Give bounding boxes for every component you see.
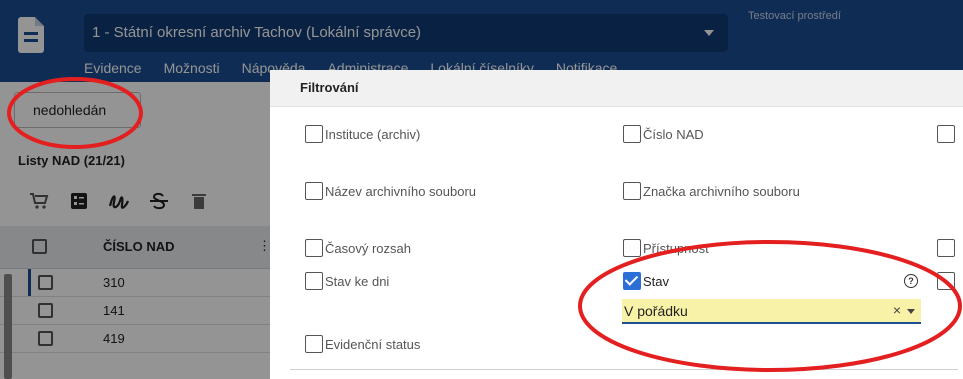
filter-field-casovy-rozsah[interactable]: Časový rozsah <box>305 239 411 257</box>
instituce-label: Instituce (archiv) <box>325 126 421 142</box>
dialog-divider <box>290 369 958 370</box>
filter-field-stav[interactable]: Stav <box>623 272 669 290</box>
clear-icon[interactable]: × <box>893 302 901 318</box>
stav-ke-dni-checkbox[interactable] <box>305 272 323 290</box>
cut-checkbox[interactable] <box>937 125 955 143</box>
znacka-label: Značka archivního souboru <box>643 183 800 199</box>
pristupnost-checkbox[interactable] <box>623 239 641 257</box>
filter-dialog: Filtrování <box>270 70 963 379</box>
stav-ke-dni-label: Stav ke dni <box>325 273 390 289</box>
stav-select-value: V pořádku <box>624 303 688 319</box>
filter-field-stav-ke-dni[interactable]: Stav ke dni <box>305 272 389 290</box>
filter-field-nazev[interactable]: Název archivního souboru <box>305 182 476 200</box>
filter-field-znacka[interactable]: Značka archivního souboru <box>623 182 800 200</box>
instituce-checkbox[interactable] <box>305 125 323 143</box>
znacka-checkbox[interactable] <box>623 182 641 200</box>
cut-checkbox[interactable] <box>937 239 955 257</box>
filter-field-pristupnost[interactable]: Přístupnost <box>623 239 709 257</box>
cislo-nad-checkbox[interactable] <box>623 125 641 143</box>
filter-field-instituce[interactable]: Instituce (archiv) <box>305 125 420 143</box>
help-icon[interactable]: ? <box>904 274 918 288</box>
stav-label: Stav <box>643 273 670 289</box>
cut-checkbox[interactable] <box>937 272 955 290</box>
stav-checkbox[interactable] <box>623 272 641 290</box>
nazev-label: Název archivního souboru <box>325 183 477 199</box>
nazev-checkbox[interactable] <box>305 182 323 200</box>
casovy-rozsah-checkbox[interactable] <box>305 239 323 257</box>
stav-select[interactable]: V pořádku × <box>622 299 921 324</box>
filter-field-evidencni-status[interactable]: Evidenční status <box>305 335 420 353</box>
cislo-nad-label: Číslo NAD <box>643 126 704 142</box>
filter-dialog-header: Filtrování <box>270 70 963 107</box>
evidencni-status-label: Evidenční status <box>325 336 421 352</box>
evidencni-status-checkbox[interactable] <box>305 335 323 353</box>
filter-field-cut[interactable] <box>937 125 963 143</box>
filter-dialog-title: Filtrování <box>300 80 359 95</box>
filter-field-cut[interactable] <box>937 272 963 290</box>
filter-field-cislo-nad[interactable]: Číslo NAD <box>623 125 704 143</box>
pristupnost-label: Přístupnost <box>643 240 709 256</box>
casovy-rozsah-label: Časový rozsah <box>325 240 411 256</box>
chevron-down-icon[interactable] <box>907 309 915 314</box>
filter-field-cut[interactable] <box>937 239 963 257</box>
